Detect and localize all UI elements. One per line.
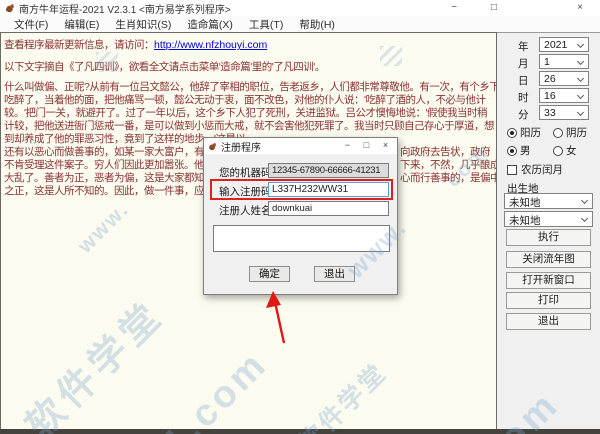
chevron-down-icon	[576, 40, 585, 49]
minimize-button[interactable]: −	[434, 0, 474, 16]
article-intro: 以下文字摘自《了凡四训》，欲看全文请点击菜单'造命篇'里的'了凡四训'。	[4, 61, 325, 73]
radio-icon	[507, 127, 517, 138]
month-select[interactable]: 1	[539, 54, 589, 69]
radio-lunar-calendar[interactable]: 阴历	[553, 126, 599, 139]
minute-select[interactable]: 33	[539, 105, 589, 120]
update-link[interactable]: http://www.nfzhouyi.com	[154, 39, 267, 51]
radio-female[interactable]: 女	[553, 144, 599, 157]
dialog-maximize-button[interactable]: □	[357, 138, 376, 154]
article-line: 下来，不然，几乎酿成	[400, 159, 497, 171]
radio-male[interactable]: 男	[507, 144, 553, 157]
year-select[interactable]: 2021	[539, 37, 589, 52]
article-line: 心而行善事的，是偏中	[400, 172, 497, 184]
minute-label: 分	[518, 109, 529, 121]
article-line: 不肯受理这件案子。穷人们因此更加嚣张。他就	[4, 159, 215, 171]
menu-help[interactable]: 帮助(H)	[291, 17, 343, 32]
radio-icon	[553, 145, 563, 156]
app-rooster-icon	[6, 4, 14, 13]
menu-bar: 文件(F) 编辑(E) 生肖知识(S) 造命篇(X) 工具(T) 帮助(H)	[0, 16, 600, 32]
registrant-name-input[interactable]: downkuai	[268, 201, 389, 216]
update-notice-text: 查看程序最新更新信息，请访问：	[4, 39, 155, 51]
control-panel: 年 2021 月 1 日 26 时 16 分 33 阳历 阴历 男 女 农历闰月…	[497, 32, 600, 429]
execute-button[interactable]: 执行	[506, 229, 591, 246]
birthplace-province-select[interactable]: 未知地	[504, 193, 593, 209]
machine-code-field: 12345-67890-66666-41231	[268, 163, 389, 178]
ok-button[interactable]: 确定	[249, 266, 290, 282]
chevron-down-icon	[576, 91, 585, 100]
registration-dialog: 注册程序 − □ × 您的机器码: 12345-67890-66666-4123…	[203, 137, 398, 295]
year-label: 年	[518, 41, 529, 53]
menu-edit[interactable]: 编辑(E)	[56, 17, 107, 32]
chevron-down-icon	[580, 196, 589, 205]
chevron-down-icon	[576, 108, 585, 117]
radio-icon	[553, 127, 563, 138]
chevron-down-icon	[576, 74, 585, 83]
registration-code-label: 输入注册码:	[219, 186, 275, 198]
dialog-close-button[interactable]: ×	[376, 138, 395, 154]
open-new-window-button[interactable]: 打开新窗口	[506, 272, 591, 289]
window-bottom-edge	[0, 429, 600, 434]
article-line: 计较，把他送进衙门惩戒一番，是可以做到小惩而大戒，就不会害他犯死罪了。我当时只顾…	[4, 120, 495, 132]
article-line: 吃醉了，当着他的面，把他痛骂一顿，懿公无动于衷，面不改色，对他的仆人说：'吃醉了…	[4, 94, 486, 106]
day-label: 日	[518, 75, 529, 87]
hour-select[interactable]: 16	[539, 88, 589, 103]
chevron-down-icon	[580, 214, 589, 223]
article-line: 什么叫做偏、正呢?从前有一位吕文懿公，他辞了宰相的职位，告老返乡，人们都非常尊敬…	[4, 81, 497, 93]
article-line: 较。'把门一关，就避开了。过了一年以后，这个乡下人犯了死刑，关进监狱。吕公才懊悔…	[4, 107, 488, 119]
exit-button[interactable]: 退出	[506, 313, 591, 330]
title-bar: 南方牛年运程-2021 V2.3.1 <南方易学系列程序> − □ ×	[0, 0, 600, 16]
print-button[interactable]: 打印	[506, 292, 591, 309]
article-line: 还有以恶心而做善事的，如某一家大富户，有一	[4, 146, 215, 158]
registrant-name-label: 注册人姓名:	[219, 205, 275, 217]
app-window: 南方牛年运程-2021 V2.3.1 <南方易学系列程序> − □ × 文件(F…	[0, 0, 600, 434]
dialog-title: 注册程序	[221, 142, 261, 154]
day-select[interactable]: 26	[539, 71, 589, 86]
month-label: 月	[518, 58, 529, 70]
message-box	[213, 225, 390, 252]
dialog-rooster-icon	[209, 142, 216, 150]
article-line: 大乱了。善者为正，恶者为偏，这是大家都知道	[4, 172, 215, 184]
menu-file[interactable]: 文件(F)	[6, 17, 56, 32]
menu-tools[interactable]: 工具(T)	[241, 17, 291, 32]
leap-month-checkbox[interactable]: 农历闰月	[507, 162, 563, 177]
dialog-minimize-button[interactable]: −	[338, 138, 357, 154]
dialog-exit-button[interactable]: 退出	[314, 266, 355, 282]
menu-destiny[interactable]: 造命篇(X)	[179, 17, 241, 32]
window-title: 南方牛年运程-2021 V2.3.1 <南方易学系列程序>	[19, 4, 231, 16]
chevron-down-icon	[576, 57, 585, 66]
article-fragment-right: 向政府去告状，政府 下来，不然，几乎酿成 心而行善事的，是偏中	[400, 146, 497, 185]
checkbox-icon	[507, 164, 517, 175]
article-line: 向政府去告状，政府	[400, 146, 491, 158]
machine-code-label: 您的机器码:	[219, 167, 275, 179]
hour-label: 时	[518, 92, 529, 104]
close-button[interactable]: ×	[560, 0, 600, 16]
close-annual-chart-button[interactable]: 关闭流年图	[506, 251, 591, 268]
radio-solar-calendar[interactable]: 阳历	[507, 126, 553, 139]
radio-icon	[507, 145, 517, 156]
maximize-button[interactable]: □	[474, 0, 514, 16]
registration-code-input[interactable]: L337H232WW31	[268, 182, 389, 197]
article-line: 之正，这是人所不知的。因此，做一件事，应按	[4, 185, 215, 197]
birthplace-city-select[interactable]: 未知地	[504, 211, 593, 227]
dialog-title-bar: 注册程序 − □ ×	[204, 138, 397, 154]
menu-zodiac-knowledge[interactable]: 生肖知识(S)	[107, 17, 179, 32]
article-fragment-left: 还有以恶心而做善事的，如某一家大富户，有一 不肯受理这件案子。穷人们因此更加嚣张…	[4, 146, 215, 198]
